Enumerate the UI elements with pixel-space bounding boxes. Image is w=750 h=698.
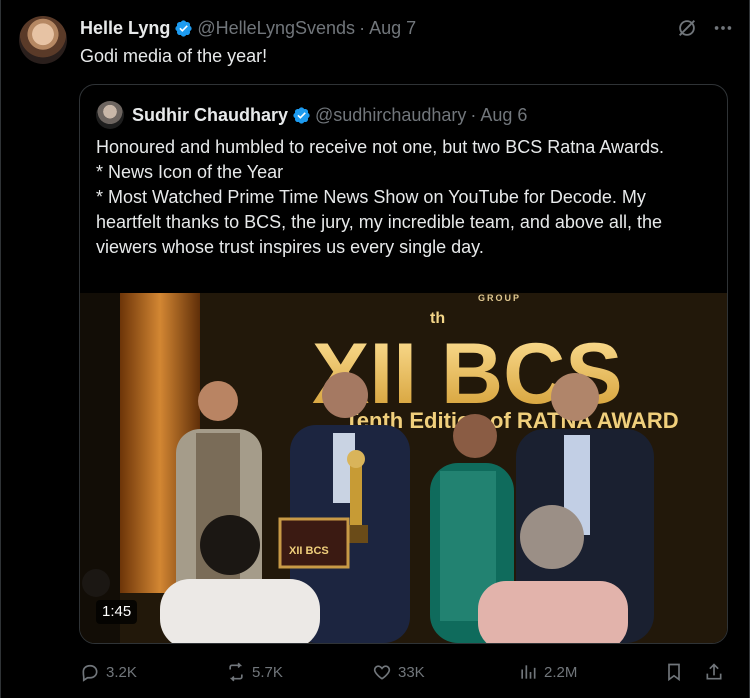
reply-button[interactable]: 3.2K bbox=[80, 658, 137, 686]
more-icon[interactable] bbox=[712, 17, 734, 39]
tweet-text: Godi media of the year! bbox=[80, 46, 268, 66]
repost-icon bbox=[229, 662, 243, 682]
quote-author-handle[interactable]: @sudhirchaudhary bbox=[315, 105, 466, 126]
repost-button[interactable]: 5.7K bbox=[226, 658, 283, 686]
tweet[interactable]: Helle Lyng @HelleLyngSvends · Aug 7 Godi… bbox=[0, 0, 750, 698]
tweet-actions-bar: 3.2K 5.7K 33K 2.2M bbox=[80, 658, 728, 686]
quote-author-name[interactable]: Sudhir Chaudhary bbox=[132, 105, 288, 126]
views-count: 2.2M bbox=[544, 663, 578, 681]
plaque-text: XII BCS bbox=[289, 545, 329, 557]
backdrop-superscript: th bbox=[430, 310, 445, 327]
repost-count: 5.7K bbox=[252, 663, 283, 681]
backdrop-group-text: GROUP bbox=[478, 293, 521, 303]
quote-text: Honoured and humbled to receive not one,… bbox=[96, 137, 665, 257]
like-count: 33K bbox=[398, 663, 425, 681]
author-name[interactable]: Helle Lyng bbox=[80, 18, 170, 39]
tweet-top-actions bbox=[676, 17, 734, 39]
timeline-border-left bbox=[0, 0, 1, 698]
tweet-header: Helle Lyng @HelleLyngSvends · Aug 7 bbox=[80, 15, 416, 41]
reply-icon bbox=[82, 664, 98, 682]
video-duration-badge: 1:45 bbox=[96, 600, 138, 624]
quote-avatar[interactable] bbox=[96, 101, 124, 129]
share-icon bbox=[706, 663, 722, 680]
views-icon bbox=[521, 665, 536, 679]
video-player[interactable]: GROUP th XII BCS Tenth Edition of RATNA … bbox=[80, 293, 727, 643]
verified-badge-icon bbox=[293, 106, 310, 124]
like-icon bbox=[373, 665, 391, 680]
views-button[interactable]: 2.2M bbox=[518, 658, 577, 686]
award-plaque: XII BCS bbox=[278, 517, 350, 569]
avatar[interactable] bbox=[19, 16, 67, 64]
author-handle[interactable]: @HelleLyngSvends bbox=[197, 18, 355, 39]
verified-badge-icon bbox=[175, 19, 192, 37]
grok-icon[interactable] bbox=[676, 17, 698, 39]
bookmark-button[interactable] bbox=[664, 658, 684, 686]
separator-dot: · bbox=[359, 17, 366, 38]
quote-header: Sudhir Chaudhary @sudhirchaudhary · Aug … bbox=[132, 102, 527, 128]
like-button[interactable]: 33K bbox=[372, 658, 425, 686]
quoted-tweet[interactable]: Sudhir Chaudhary @sudhirchaudhary · Aug … bbox=[79, 84, 728, 644]
separator-dot: · bbox=[470, 104, 477, 125]
video-frame: GROUP th XII BCS Tenth Edition of RATNA … bbox=[80, 293, 727, 643]
bookmark-icon bbox=[668, 663, 680, 682]
reply-count: 3.2K bbox=[106, 663, 137, 681]
tweet-date[interactable]: Aug 7 bbox=[369, 18, 416, 39]
share-button[interactable] bbox=[704, 658, 724, 686]
quote-date[interactable]: Aug 6 bbox=[480, 105, 527, 126]
